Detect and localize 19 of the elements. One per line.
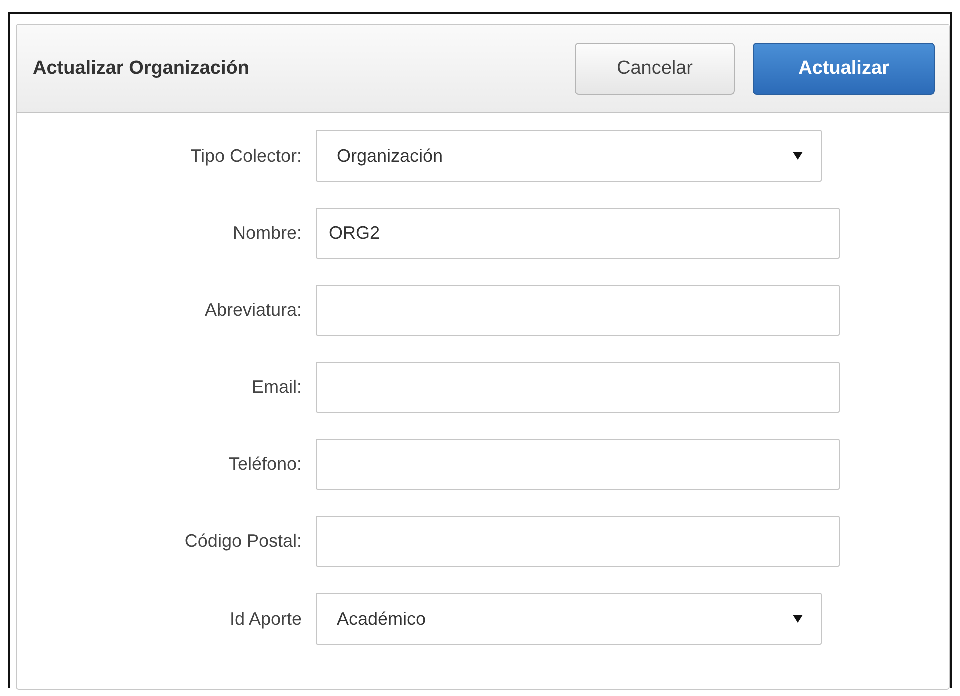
input-field[interactable] <box>316 285 840 336</box>
field-label: Email: <box>250 377 302 398</box>
caret-icon <box>793 614 803 624</box>
field-label: Nombre: <box>232 223 302 244</box>
input-field[interactable] <box>316 362 840 413</box>
field-label: Id Aporte <box>228 608 302 630</box>
field-label: Teléfono: <box>228 454 302 475</box>
dropdown[interactable]: Organización <box>316 130 822 182</box>
caret-icon <box>793 151 803 161</box>
update-button[interactable]: Actualizar <box>753 42 935 94</box>
dropdown[interactable]: Académico <box>316 593 822 645</box>
dialog-title: Actualizar Organización <box>33 58 250 80</box>
cancel-button[interactable]: Cancelar <box>575 42 735 94</box>
input-field[interactable] <box>316 516 840 567</box>
field-label: Abreviatura: <box>204 300 302 321</box>
input-field[interactable] <box>316 439 840 490</box>
input-field[interactable]: ORG2 <box>316 208 840 259</box>
field-label: Tipo Colector: <box>190 146 302 166</box>
field-label: Código Postal: <box>184 531 302 552</box>
